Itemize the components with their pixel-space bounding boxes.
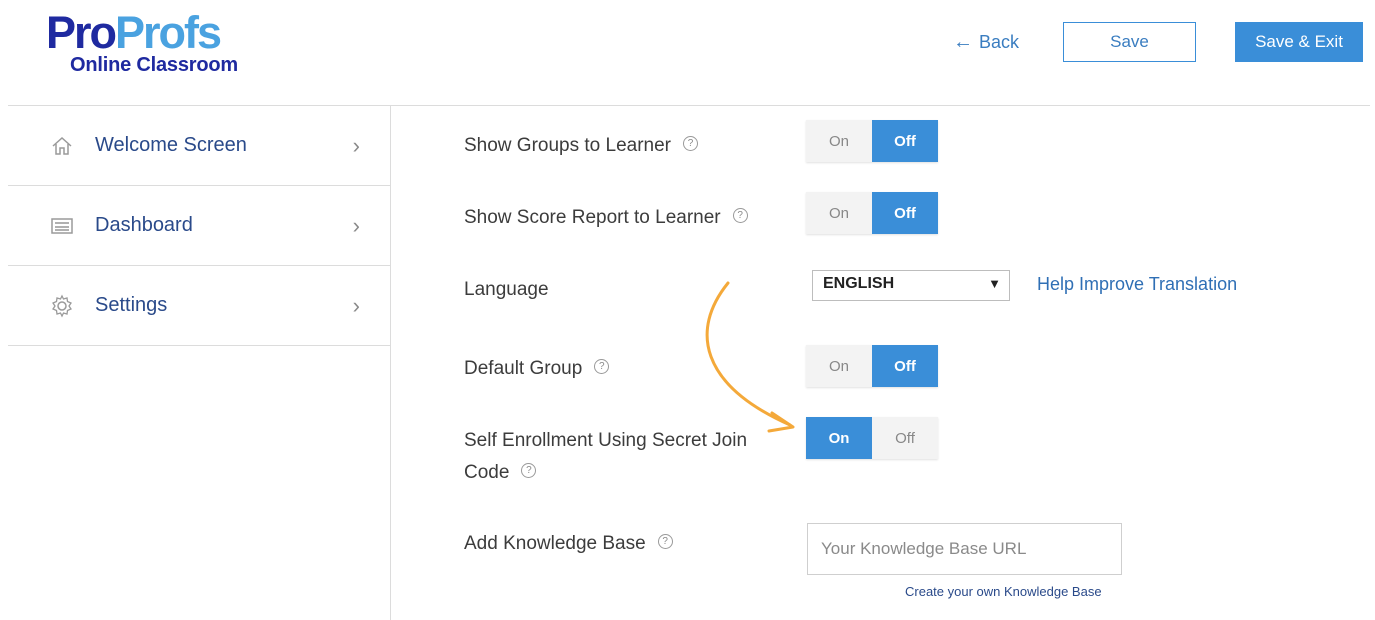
toggle-off-option[interactable]: Off (872, 345, 938, 387)
toggle-off-option[interactable]: Off (872, 120, 938, 162)
sidebar-item-settings[interactable]: Settings › (8, 266, 390, 346)
help-icon[interactable]: ? (683, 136, 699, 152)
self-enrollment-toggle[interactable]: On Off (806, 417, 938, 459)
show-score-label: Show Score Report to Learner? (464, 202, 748, 234)
help-icon[interactable]: ? (732, 208, 748, 224)
help-icon[interactable]: ? (594, 359, 610, 375)
save-button[interactable]: Save (1063, 22, 1196, 62)
chevron-right-icon: › (352, 132, 360, 158)
arrow-left-icon: ← (953, 31, 973, 53)
language-select[interactable]: ENGLISH ▼ (812, 270, 1010, 301)
language-label: Language (464, 279, 549, 300)
show-groups-toggle[interactable]: On Off (806, 120, 938, 162)
proprofs-logo[interactable]: ProProfs Online Classroom (46, 10, 258, 77)
save-exit-button[interactable]: Save & Exit (1235, 22, 1363, 62)
sidebar-item-label: Dashboard (95, 214, 193, 236)
language-selected-value: ENGLISH (823, 275, 895, 292)
toggle-on-option[interactable]: On (806, 192, 872, 234)
self-enrollment-label: Self Enrollment Using Secret Join Code? (464, 430, 748, 483)
back-link[interactable]: ← Back (953, 31, 1019, 54)
help-icon[interactable]: ? (521, 463, 537, 479)
toggle-on-option[interactable]: On (806, 345, 872, 387)
knowledge-base-label: Add Knowledge Base? (464, 528, 673, 560)
header: ProProfs Online Classroom ← Back Save Sa… (0, 0, 1375, 106)
knowledge-base-url-input[interactable] (807, 523, 1122, 575)
default-group-label: Default Group? (464, 353, 610, 385)
help-icon[interactable]: ? (657, 534, 673, 550)
caret-down-icon: ▼ (988, 276, 1001, 291)
toggle-on-option[interactable]: On (806, 417, 872, 459)
sidebar-item-welcome-screen[interactable]: Welcome Screen › (8, 106, 390, 186)
chevron-right-icon: › (352, 212, 360, 238)
show-score-toggle[interactable]: On Off (806, 192, 938, 234)
sidebar-item-label: Settings (95, 294, 168, 316)
sidebar-item-label: Welcome Screen (95, 134, 247, 156)
help-improve-translation-link[interactable]: Help Improve Translation (1037, 274, 1237, 295)
sidebar: Welcome Screen › Dashboard › Settings › (8, 106, 391, 620)
gear-icon (50, 294, 74, 318)
home-icon (50, 134, 74, 158)
show-groups-label: Show Groups to Learner? (464, 130, 699, 162)
logo-wordmark: ProProfs (46, 7, 222, 58)
back-label: Back (979, 32, 1020, 52)
create-knowledge-base-link[interactable]: Create your own Knowledge Base (905, 584, 1102, 599)
dashboard-icon (50, 214, 74, 238)
default-group-toggle[interactable]: On Off (806, 345, 938, 387)
toggle-off-option[interactable]: Off (872, 192, 938, 234)
toggle-off-option[interactable]: Off (872, 417, 938, 459)
settings-panel: Show Groups to Learner? On Off Show Scor… (392, 106, 1375, 620)
chevron-right-icon: › (352, 292, 360, 318)
logo-subtitle: Online Classroom (70, 54, 238, 76)
toggle-on-option[interactable]: On (806, 120, 872, 162)
sidebar-item-dashboard[interactable]: Dashboard › (8, 186, 390, 266)
